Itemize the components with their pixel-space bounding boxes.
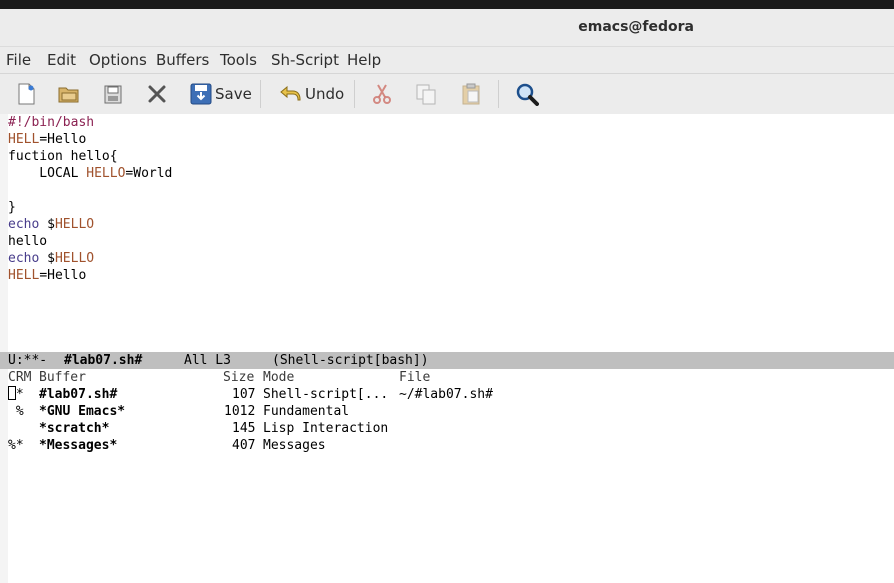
code-line: echo $HELLO (8, 250, 94, 267)
open-directory-button[interactable] (57, 82, 81, 106)
modeline-major-mode: (Shell-script[bash]) (272, 353, 429, 368)
header-size: Size (223, 370, 255, 385)
buffer-size: 1012 (224, 404, 256, 419)
undo-label: Undo (305, 85, 345, 103)
tool-bar: Save Undo (0, 74, 894, 114)
buffer-name[interactable]: #lab07.sh# (39, 386, 117, 403)
header-crm: CRM (8, 370, 32, 385)
toolbar-separator (354, 80, 355, 108)
cut-button[interactable] (370, 82, 394, 106)
toolbar-separator (498, 80, 499, 108)
copy-button[interactable] (414, 82, 438, 106)
buffer-crm-text: %* (8, 438, 24, 453)
top-panel-strip (0, 0, 894, 9)
close-buffer-button[interactable] (145, 82, 169, 106)
buffer-crm-flags: %* (8, 437, 24, 454)
buffer-size: 145 (232, 421, 256, 436)
code-token: bash (62, 115, 95, 130)
editor-pane[interactable]: #!/bin/bash HELL=Hello fuction hello{ LOCA… (8, 114, 894, 352)
menu-options[interactable]: Options (89, 51, 147, 69)
code-line: HELL=Hello (8, 267, 86, 284)
header-mode: Mode (263, 370, 295, 385)
new-file-icon (14, 82, 38, 106)
modeline-buffer-name: #lab07.sh# (64, 353, 143, 368)
code-token: echo (8, 251, 40, 266)
point-cursor (8, 386, 16, 400)
code-line: hello (8, 233, 47, 250)
buffer-crm-text: % (8, 404, 24, 419)
buffer-mode: Shell-script[... (263, 387, 389, 402)
menu-edit[interactable]: Edit (47, 51, 76, 69)
code-token: LOCAL (8, 166, 87, 181)
code-line: #!/bin/bash (8, 114, 94, 131)
code-token: HELLO (54, 217, 95, 232)
code-token: $ (39, 217, 55, 232)
copy-icon (414, 82, 438, 106)
save-icon (190, 83, 212, 105)
code-token: $ (39, 251, 55, 266)
menu-sh-script[interactable]: Sh-Script (271, 51, 339, 69)
code-token: HELLO (86, 166, 126, 181)
menu-buffers[interactable]: Buffers (156, 51, 209, 69)
buffer-mode: Lisp Interaction (263, 421, 389, 436)
modeline-position: All L3 (184, 353, 231, 368)
buffer-list: CRM Buffer Size Mode File * #lab07.sh# 107… (8, 369, 894, 583)
header-file: File (399, 370, 431, 385)
modeline-status: U:**- (8, 353, 48, 368)
open-folder-icon (57, 82, 81, 106)
paste-icon (459, 82, 483, 106)
menu-tools[interactable]: Tools (220, 51, 257, 69)
buffer-name[interactable]: *GNU Emacs* (39, 403, 125, 420)
code-line: } (8, 199, 16, 216)
undo-button[interactable]: Undo (278, 82, 344, 106)
buffer-size: 407 (232, 438, 256, 453)
code-token: echo (8, 217, 40, 232)
buffer-file: ~/#lab07.sh# (399, 387, 493, 402)
new-file-button[interactable] (14, 82, 38, 106)
menu-help[interactable]: Help (347, 51, 381, 69)
code-token: HELL (8, 268, 40, 283)
mode-line: U:**- #lab07.sh# All L3 (Shell-script[ba… (0, 352, 894, 369)
code-token: } (8, 200, 16, 215)
code-line: fuction hello{ (8, 148, 118, 165)
window-title: emacs@fedora (578, 19, 694, 35)
window-titlebar: emacs@fedora (0, 9, 894, 47)
toolbar-separator (260, 80, 261, 108)
menu-file[interactable]: File (6, 51, 31, 69)
code-token: =Hello (39, 268, 87, 283)
undo-icon (278, 82, 302, 106)
buffer-name[interactable]: *Messages* (39, 437, 117, 454)
save-button[interactable]: Save (190, 82, 252, 106)
save-disk-icon (101, 82, 125, 106)
buffer-mode: Fundamental (263, 404, 350, 419)
menu-bar: File Edit Options Buffers Tools Sh-Scrip… (0, 47, 894, 74)
code-line: LOCAL HELLO=World (8, 165, 172, 182)
code-token: =Hello (39, 132, 87, 147)
buffer-list-header: CRM Buffer Size Mode File (8, 369, 430, 386)
code-token: fuction hello{ (8, 149, 118, 164)
header-buffer: Buffer (39, 370, 86, 385)
left-fringe (0, 114, 8, 583)
code-token: HELL (8, 132, 40, 147)
buffer-crm-flags: * (8, 386, 24, 403)
close-icon (145, 82, 169, 106)
code-line: echo $HELLO (8, 216, 94, 233)
buffer-name[interactable]: *scratch* (39, 420, 109, 437)
code-token: hello (8, 234, 48, 249)
code-token: HELLO (54, 251, 95, 266)
cut-icon (370, 82, 394, 106)
save-label: Save (215, 85, 252, 103)
buffer-mode: Messages (263, 438, 326, 453)
buffer-crm-flags: % (8, 403, 24, 420)
code-token: =World (125, 166, 173, 181)
buffer-size: 107 (232, 387, 256, 402)
code-line: HELL=Hello (8, 131, 86, 148)
code-token: #!/bin/ (8, 115, 63, 130)
search-icon (515, 82, 539, 106)
paste-button[interactable] (459, 82, 483, 106)
save-disk-button[interactable] (101, 82, 125, 106)
search-button[interactable] (515, 82, 539, 106)
